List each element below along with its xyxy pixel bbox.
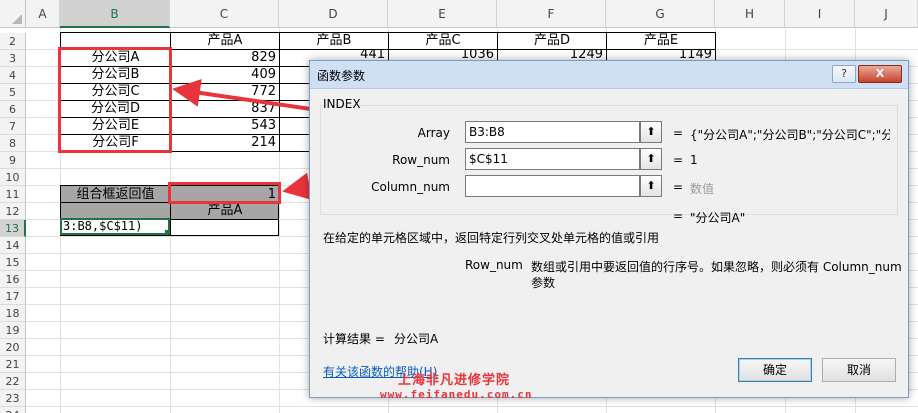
highlight-branch-range xyxy=(58,47,172,153)
row-header[interactable]: 21 xyxy=(0,356,26,373)
collapse-dialog-icon[interactable]: ⬆ xyxy=(640,148,662,170)
column-header-i[interactable]: I xyxy=(785,0,855,28)
row-header[interactable]: 15 xyxy=(0,254,26,271)
collapse-dialog-icon[interactable]: ⬆ xyxy=(640,175,662,197)
active-cell-formula[interactable]: 3:B8,$C$11) xyxy=(60,218,170,235)
ok-button[interactable]: 确定 xyxy=(738,358,812,382)
column-header-f[interactable]: F xyxy=(497,0,606,28)
row-header[interactable]: 17 xyxy=(0,288,26,305)
cancel-button[interactable]: 取消 xyxy=(822,358,896,382)
row-header[interactable]: 3 xyxy=(0,50,26,67)
value-cell-partial[interactable]: 1036 xyxy=(389,49,497,60)
value-cell-partial[interactable]: 441 xyxy=(280,49,388,60)
combo-label-cell[interactable]: 组合框返回值 xyxy=(61,186,170,203)
row-header[interactable]: 22 xyxy=(0,373,26,390)
close-button[interactable]: X xyxy=(858,65,902,83)
header-cell[interactable]: 产品E xyxy=(607,32,715,49)
row-header[interactable]: 4 xyxy=(0,67,26,84)
row-header[interactable]: 12 xyxy=(0,203,26,220)
row-num-input[interactable]: $C$11 xyxy=(465,148,640,170)
row-header[interactable]: 23 xyxy=(0,390,26,407)
column-header-c[interactable]: C xyxy=(170,0,279,28)
column-num-result: 数值 xyxy=(690,182,715,196)
equals-sign: = xyxy=(673,126,684,140)
row-num-label: Row_num xyxy=(392,153,450,167)
column-header-d[interactable]: D xyxy=(279,0,388,28)
row-header[interactable]: 20 xyxy=(0,339,26,356)
value-cell-partial[interactable]: 1149 xyxy=(607,49,715,60)
collapse-dialog-icon[interactable]: ⬆ xyxy=(640,121,662,143)
value-cell[interactable]: 543 xyxy=(171,117,279,134)
column-header-b[interactable]: B xyxy=(60,0,170,28)
array-input[interactable]: B3:B8 xyxy=(465,121,640,143)
header-cell[interactable]: 产品D xyxy=(498,32,606,49)
value-cell[interactable]: 837 xyxy=(171,100,279,117)
header-cell[interactable]: 产品C xyxy=(389,32,497,49)
array-label: Array xyxy=(417,126,450,140)
row-header[interactable]: 11 xyxy=(0,186,26,203)
function-name: INDEX xyxy=(323,97,361,111)
function-description: 在给定的单元格区域中，返回特定行列交叉处单元格的值或引用 xyxy=(323,231,660,245)
header-cell[interactable]: 产品B xyxy=(280,32,388,49)
value-cell[interactable]: 214 xyxy=(171,134,279,151)
value-cell[interactable]: 409 xyxy=(171,66,279,83)
calc-result-label: 计算结果 = xyxy=(323,332,385,346)
column-header-j[interactable]: J xyxy=(855,0,918,28)
equals-sign: = xyxy=(673,180,684,194)
help-button[interactable]: ? xyxy=(832,65,856,83)
dialog-title: 函数参数 xyxy=(317,69,366,83)
row-header[interactable]: 7 xyxy=(0,118,26,135)
param-description-cont: 参数 xyxy=(531,276,556,290)
dialog-title-bar[interactable]: 函数参数 ? X xyxy=(310,61,908,89)
equals-sign: = xyxy=(673,153,684,167)
calc-result-value: 分公司A xyxy=(394,332,439,346)
header-cell[interactable]: 产品A xyxy=(171,32,279,49)
column-header-g[interactable]: G xyxy=(606,0,715,28)
watermark-text: 上海非凡进修学院 xyxy=(398,373,511,388)
row-header[interactable]: 18 xyxy=(0,305,26,322)
row-header[interactable]: 9 xyxy=(0,152,26,169)
column-num-label: Column_num xyxy=(371,180,450,194)
select-all-corner[interactable] xyxy=(0,0,26,28)
row-header-active[interactable]: 13 xyxy=(0,220,26,237)
row-num-result: 1 xyxy=(690,153,698,167)
row-header[interactable]: 6 xyxy=(0,101,26,118)
formula-result-preview: "分公司A" xyxy=(690,211,746,225)
column-num-input[interactable] xyxy=(465,175,640,197)
column-header-h[interactable]: H xyxy=(715,0,785,28)
value-cell[interactable]: 829 xyxy=(171,49,279,66)
row-header[interactable]: 8 xyxy=(0,135,26,152)
function-arguments-dialog[interactable]: 函数参数 ? X INDEX Array B3:B8 ⬆ = {"分公司A";"… xyxy=(309,60,909,398)
highlight-combo-value xyxy=(168,182,281,204)
array-result: {"分公司A";"分公司B";"分公司C";"分公 xyxy=(690,128,890,142)
watermark-url: www.feifanedu.com.cn xyxy=(380,388,533,401)
param-description: 数组或引用中要返回值的行序号。如果忽略，则必须有 Column_num xyxy=(531,260,902,274)
column-header-a[interactable]: A xyxy=(26,0,60,28)
gridline xyxy=(26,406,918,407)
row-header[interactable]: 14 xyxy=(0,237,26,254)
value-cell-partial[interactable]: 1249 xyxy=(498,49,606,60)
equals-sign: = xyxy=(673,209,684,223)
result-header-cell[interactable]: 产品A xyxy=(171,203,279,219)
row-header[interactable]: 2 xyxy=(0,33,26,50)
row-header[interactable]: 24 xyxy=(0,407,26,413)
row-header[interactable]: 10 xyxy=(0,169,26,186)
value-cell[interactable]: 772 xyxy=(171,83,279,100)
row-header[interactable]: 19 xyxy=(0,322,26,339)
row-header[interactable]: 16 xyxy=(0,271,26,288)
row-header[interactable]: 5 xyxy=(0,84,26,101)
param-name: Row_num xyxy=(465,258,523,272)
column-header-e[interactable]: E xyxy=(388,0,497,28)
